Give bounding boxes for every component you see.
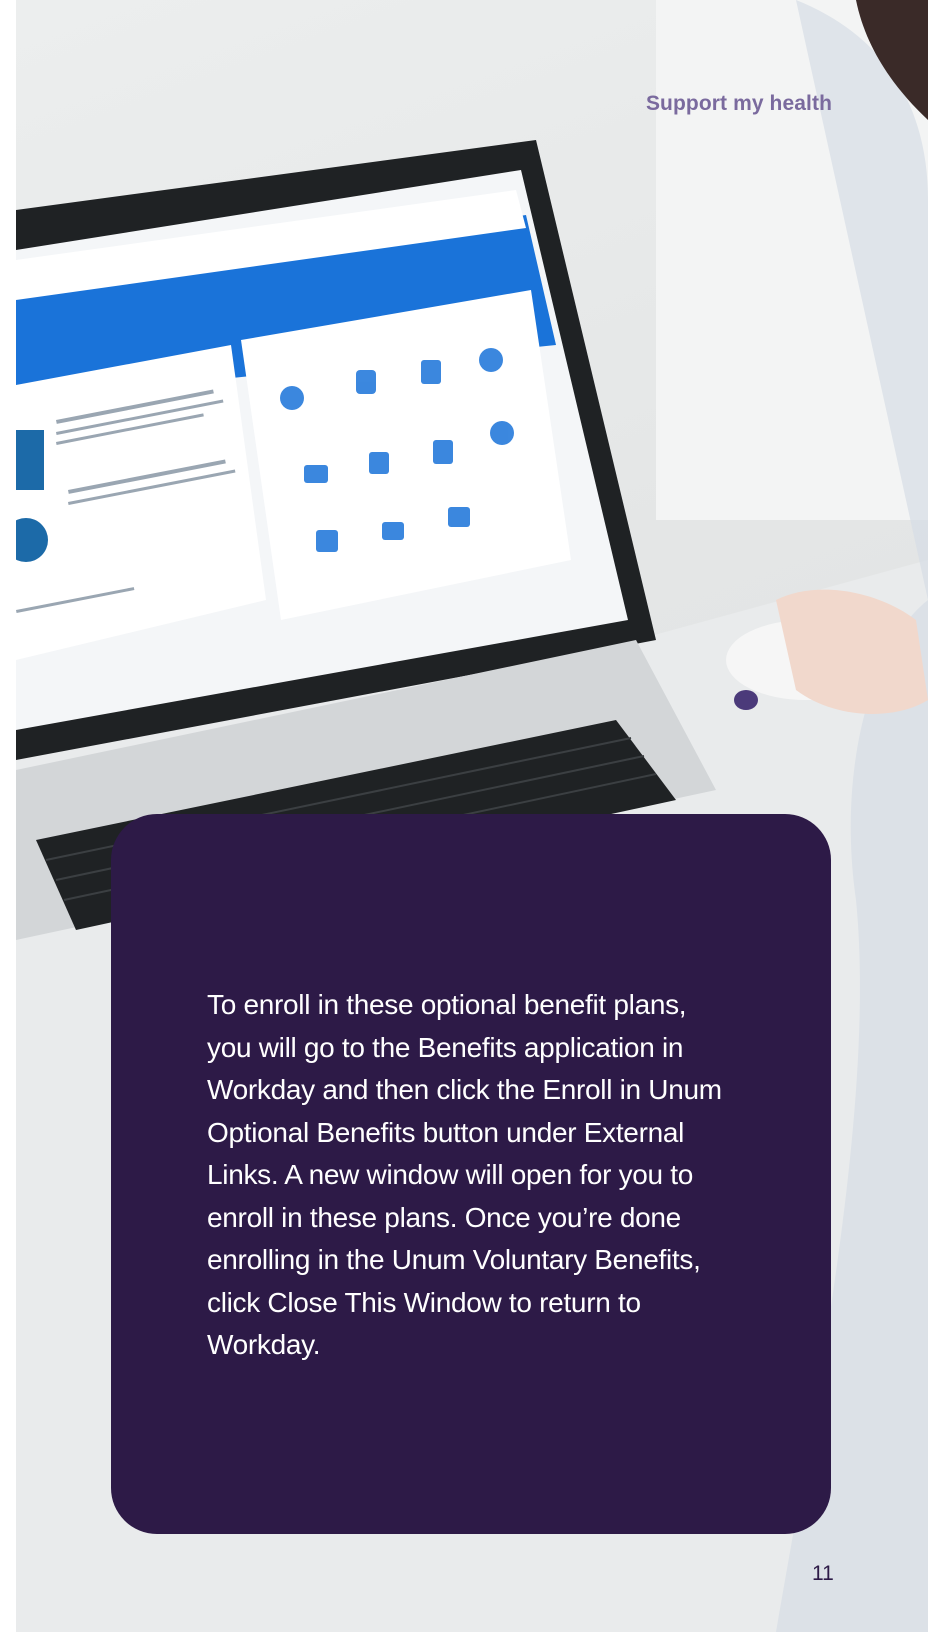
fingernail [734, 690, 758, 710]
page-number: 11 [812, 1562, 834, 1585]
info-card: To enroll in these optional benefit plan… [111, 814, 831, 1534]
screen-thumbnail [16, 430, 44, 490]
info-card-text: To enroll in these optional benefit plan… [207, 989, 722, 1360]
section-label: Support my health [645, 92, 832, 115]
